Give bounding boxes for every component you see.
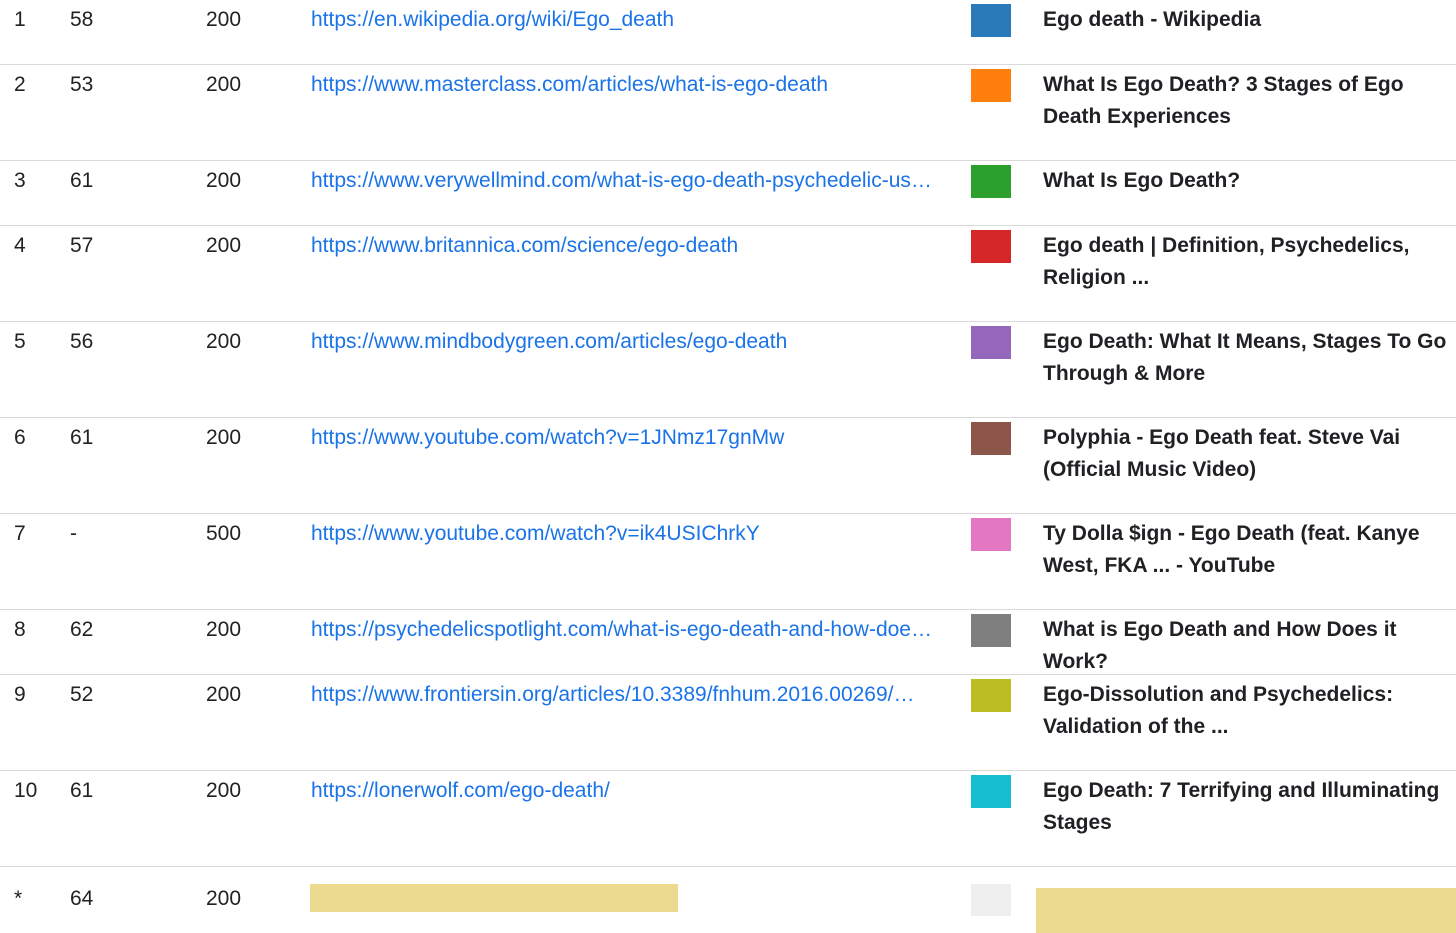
page-title-cell: Ego Death: 7 Terrifying and Illuminating… xyxy=(1043,779,1440,834)
status-cell: 200 xyxy=(206,683,242,706)
color-swatch xyxy=(971,230,1011,263)
status-cell: 200 xyxy=(206,887,242,910)
status-cell: 200 xyxy=(206,779,242,802)
page-title-cell: Ego death | Definition, Psychedelics, Re… xyxy=(1043,234,1410,289)
score-cell: 61 xyxy=(70,169,94,192)
page-title-cell: Ego death - Wikipedia xyxy=(1043,8,1261,31)
rank-cell: 2 xyxy=(14,73,26,96)
score-cell: 62 xyxy=(70,618,94,641)
status-cell: 200 xyxy=(206,330,242,353)
status-cell: 200 xyxy=(206,73,242,96)
color-swatch xyxy=(971,775,1011,808)
rank-cell: * xyxy=(14,887,23,910)
status-cell: 500 xyxy=(206,522,242,545)
summary-row: * 64 200 xyxy=(0,867,1456,933)
rank-cell: 5 xyxy=(14,330,26,353)
url-link[interactable]: https://lonerwolf.com/ego-death/ xyxy=(311,777,939,805)
color-swatch xyxy=(971,326,1011,359)
color-swatch-empty xyxy=(971,884,1011,916)
color-swatch xyxy=(971,679,1011,712)
url-link[interactable]: https://www.youtube.com/watch?v=ik4USICh… xyxy=(311,520,939,548)
url-link[interactable]: https://www.britannica.com/science/ego-d… xyxy=(311,232,939,260)
redacted-title-block xyxy=(1036,888,1456,933)
page-title-cell: Ty Dolla $ign - Ego Death (feat. Kanye W… xyxy=(1043,522,1420,577)
rank-cell: 8 xyxy=(14,618,26,641)
score-cell: 56 xyxy=(70,330,94,353)
url-link[interactable]: https://www.verywellmind.com/what-is-ego… xyxy=(311,167,939,195)
color-swatch xyxy=(971,422,1011,455)
url-link[interactable]: https://www.masterclass.com/articles/wha… xyxy=(311,71,939,99)
redacted-url-block xyxy=(310,884,678,912)
score-cell: 52 xyxy=(70,683,94,706)
page-title-cell: What Is Ego Death? 3 Stages of Ego Death… xyxy=(1043,73,1404,128)
score-cell: - xyxy=(70,522,77,545)
table-row: 3 61 200 https://www.verywellmind.com/wh… xyxy=(0,161,1456,226)
score-cell: 58 xyxy=(70,8,94,31)
page-title-cell: What Is Ego Death? xyxy=(1043,169,1241,192)
score-cell: 53 xyxy=(70,73,94,96)
table-row: 9 52 200 https://www.frontiersin.org/art… xyxy=(0,675,1456,771)
url-link[interactable]: https://psychedelicspotlight.com/what-is… xyxy=(311,616,939,644)
page-title-cell: Ego-Dissolution and Psychedelics: Valida… xyxy=(1043,683,1394,738)
status-cell: 200 xyxy=(206,8,242,31)
table-row: 8 62 200 https://psychedelicspotlight.co… xyxy=(0,610,1456,675)
score-cell: 57 xyxy=(70,234,94,257)
color-swatch xyxy=(971,165,1011,198)
color-swatch xyxy=(971,518,1011,551)
status-cell: 200 xyxy=(206,618,242,641)
table-row: 4 57 200 https://www.britannica.com/scie… xyxy=(0,226,1456,322)
table-row: 1 58 200 https://en.wikipedia.org/wiki/E… xyxy=(0,0,1456,65)
url-link[interactable]: https://www.mindbodygreen.com/articles/e… xyxy=(311,328,939,356)
table-row: 7 - 500 https://www.youtube.com/watch?v=… xyxy=(0,514,1456,610)
color-swatch xyxy=(971,614,1011,647)
status-cell: 200 xyxy=(206,426,242,449)
page-title-cell: What is Ego Death and How Does it Work? xyxy=(1043,618,1397,673)
page-title-cell: Polyphia - Ego Death feat. Steve Vai (Of… xyxy=(1043,426,1401,481)
rank-cell: 3 xyxy=(14,169,26,192)
rank-cell: 6 xyxy=(14,426,26,449)
table-row: 10 61 200 https://lonerwolf.com/ego-deat… xyxy=(0,771,1456,867)
score-cell: 64 xyxy=(70,887,94,910)
rank-cell: 4 xyxy=(14,234,26,257)
rank-cell: 9 xyxy=(14,683,26,706)
results-table: 1 58 200 https://en.wikipedia.org/wiki/E… xyxy=(0,0,1456,933)
url-link[interactable]: https://en.wikipedia.org/wiki/Ego_death xyxy=(311,6,939,34)
rank-cell: 10 xyxy=(14,779,38,802)
status-cell: 200 xyxy=(206,169,242,192)
color-swatch xyxy=(971,4,1011,37)
rank-cell: 7 xyxy=(14,522,26,545)
table-row: 6 61 200 https://www.youtube.com/watch?v… xyxy=(0,418,1456,514)
url-link[interactable]: https://www.frontiersin.org/articles/10.… xyxy=(311,681,939,709)
table-row: 5 56 200 https://www.mindbodygreen.com/a… xyxy=(0,322,1456,418)
score-cell: 61 xyxy=(70,779,94,802)
score-cell: 61 xyxy=(70,426,94,449)
color-swatch xyxy=(971,69,1011,102)
page-title-cell: Ego Death: What It Means, Stages To Go T… xyxy=(1043,330,1447,385)
rank-cell: 1 xyxy=(14,8,26,31)
url-link[interactable]: https://www.youtube.com/watch?v=1JNmz17g… xyxy=(311,424,939,452)
table-row: 2 53 200 https://www.masterclass.com/art… xyxy=(0,65,1456,161)
status-cell: 200 xyxy=(206,234,242,257)
